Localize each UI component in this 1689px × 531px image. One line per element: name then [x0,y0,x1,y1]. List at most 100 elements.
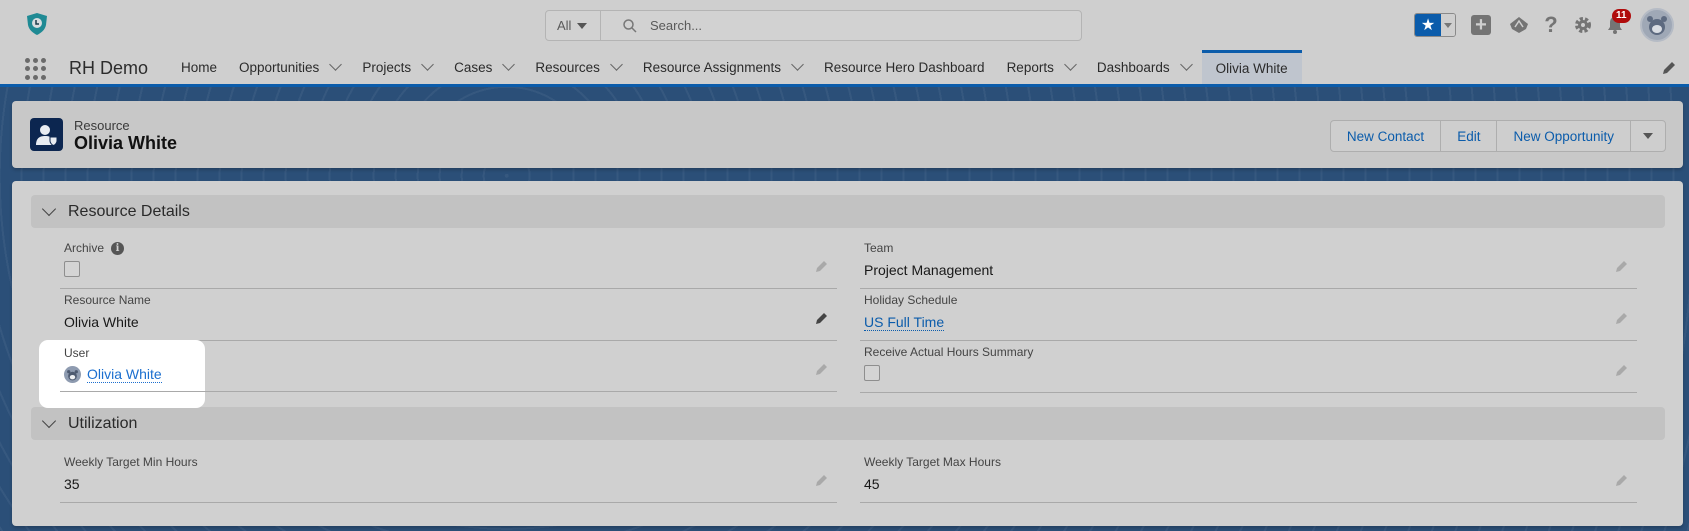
user-avatar-button[interactable] [1640,8,1674,42]
user-avatar-icon [1647,16,1667,35]
tab-label: Home [181,59,218,75]
field-label: Archive i [64,241,125,255]
tab-label: Dashboards [1096,59,1170,75]
app-launcher-icon[interactable] [25,58,47,80]
user-link[interactable]: Olivia White [87,366,162,383]
tab-label: Reports [1006,59,1054,75]
field-label: Weekly Target Min Hours [64,455,198,469]
field-team: Team Project Management [860,237,1637,289]
search-input[interactable] [650,18,1070,33]
edit-pencil-icon[interactable] [1615,473,1629,487]
field-label: Weekly Target Max Hours [864,455,1001,469]
edit-pencil-icon[interactable] [1615,311,1629,325]
tab-olivia-white[interactable]: Olivia White [1201,50,1302,84]
chevron-down-icon[interactable] [1063,58,1077,71]
holiday-schedule-link[interactable]: US Full Time [864,314,945,331]
chevron-down-icon[interactable] [1179,58,1193,71]
field-weekly-target-min-hours: Weekly Target Min Hours 35 [60,451,837,503]
field-label: Team [864,241,894,255]
search-scope-dropdown[interactable]: All [546,11,601,40]
trailhead-button[interactable] [1508,14,1530,36]
chevron-down-icon[interactable] [41,413,57,428]
resource-name-value: Olivia White [64,314,139,330]
chevron-down-icon[interactable] [502,58,516,71]
tab-label: Resource Assignments [642,59,781,75]
tab-opportunities[interactable]: Opportunities [228,50,351,84]
tab-label: Cases [454,59,493,75]
field-label: Receive Actual Hours Summary [864,345,1034,359]
tab-projects[interactable]: Projects [351,50,443,84]
field-archive: Archive i [60,237,837,289]
section-title: Resource Details [68,202,190,220]
more-actions-button[interactable] [1631,121,1665,151]
favorites-button[interactable]: ★ [1414,13,1456,37]
favorites-star-icon[interactable]: ★ [1415,14,1441,36]
chevron-down-icon[interactable] [329,58,343,71]
edit-button[interactable]: Edit [1441,121,1498,151]
caret-down-icon [577,22,588,29]
info-icon[interactable]: i [111,241,125,255]
navigation-bar: RH Demo Home Opportunities Projects Case… [0,50,1689,87]
record-actions: New Contact Edit New Opportunity [1329,120,1666,152]
setup-button[interactable] [1572,14,1594,36]
tab-resource-hero-dashboard[interactable]: Resource Hero Dashboard [813,50,996,84]
edit-pencil-icon[interactable] [815,473,829,487]
edit-nav-pencil-icon[interactable] [1661,60,1677,76]
tab-resources[interactable]: Resources [524,50,632,84]
field-label: User [64,346,90,360]
gear-icon [1575,17,1591,33]
notifications-badge: 11 [1612,9,1631,23]
search-scope-label: All [557,18,572,33]
chevron-down-icon[interactable] [610,58,623,71]
add-icon: + [1471,15,1491,35]
header-utility-icons: ★ + ? 11 [1414,8,1674,42]
max-hours-value: 45 [864,476,880,492]
min-hours-value: 35 [64,476,80,492]
section-title: Utilization [68,414,138,432]
field-resource-name: Resource Name Olivia White [60,289,837,341]
archive-label: Archive [64,241,105,255]
record-title: Olivia White [74,133,178,153]
tab-dashboards[interactable]: Dashboards [1086,50,1202,84]
notifications-button[interactable]: 11 [1604,9,1631,36]
caret-down-icon [1643,133,1653,139]
chevron-down-icon[interactable] [41,201,57,216]
user-avatar-icon [64,366,81,383]
trailhead-icon [1510,17,1528,33]
edit-pencil-icon[interactable] [1615,363,1629,377]
field-holiday-schedule: Holiday Schedule US Full Time [860,289,1637,341]
nav-tabs: Home Opportunities Projects Cases Resour… [170,50,1302,84]
search-icon [623,18,637,33]
help-icon[interactable]: ? [1540,12,1562,37]
field-receive-actual-hours-summary: Receive Actual Hours Summary [860,341,1637,393]
tab-label: Resources [535,59,600,75]
edit-pencil-icon[interactable] [1615,259,1629,273]
field-label: Resource Name [64,293,151,307]
tab-cases[interactable]: Cases [443,50,524,84]
edit-pencil-icon[interactable] [815,311,829,325]
app-logo-shield-icon[interactable] [26,12,48,36]
chevron-down-icon[interactable] [421,58,434,71]
user-value: Olivia White [64,366,162,383]
tab-reports[interactable]: Reports [996,50,1086,84]
tab-home[interactable]: Home [170,50,228,84]
global-search[interactable]: All [545,10,1082,41]
field-weekly-target-max-hours: Weekly Target Max Hours 45 [860,451,1637,503]
favorites-list-button[interactable] [1441,14,1455,36]
global-actions-button[interactable]: + [1470,14,1492,36]
receive-summary-checkbox [864,365,880,381]
new-opportunity-button[interactable]: New Opportunity [1497,121,1631,151]
record-object-type: Resource [74,118,130,133]
record-header: Resource Olivia White New Contact Edit N… [12,101,1683,168]
team-value: Project Management [864,262,994,278]
tab-label: Resource Hero Dashboard [823,59,985,75]
field-label: Holiday Schedule [864,293,958,307]
section-header-utilization[interactable]: Utilization [31,407,1665,440]
tab-resource-assignments[interactable]: Resource Assignments [632,50,813,84]
edit-pencil-icon[interactable] [815,362,829,376]
chevron-down-icon[interactable] [791,58,804,71]
section-header-resource-details[interactable]: Resource Details [31,195,1665,228]
archive-checkbox [64,261,80,277]
edit-pencil-icon[interactable] [815,259,829,273]
new-contact-button[interactable]: New Contact [1331,121,1442,151]
